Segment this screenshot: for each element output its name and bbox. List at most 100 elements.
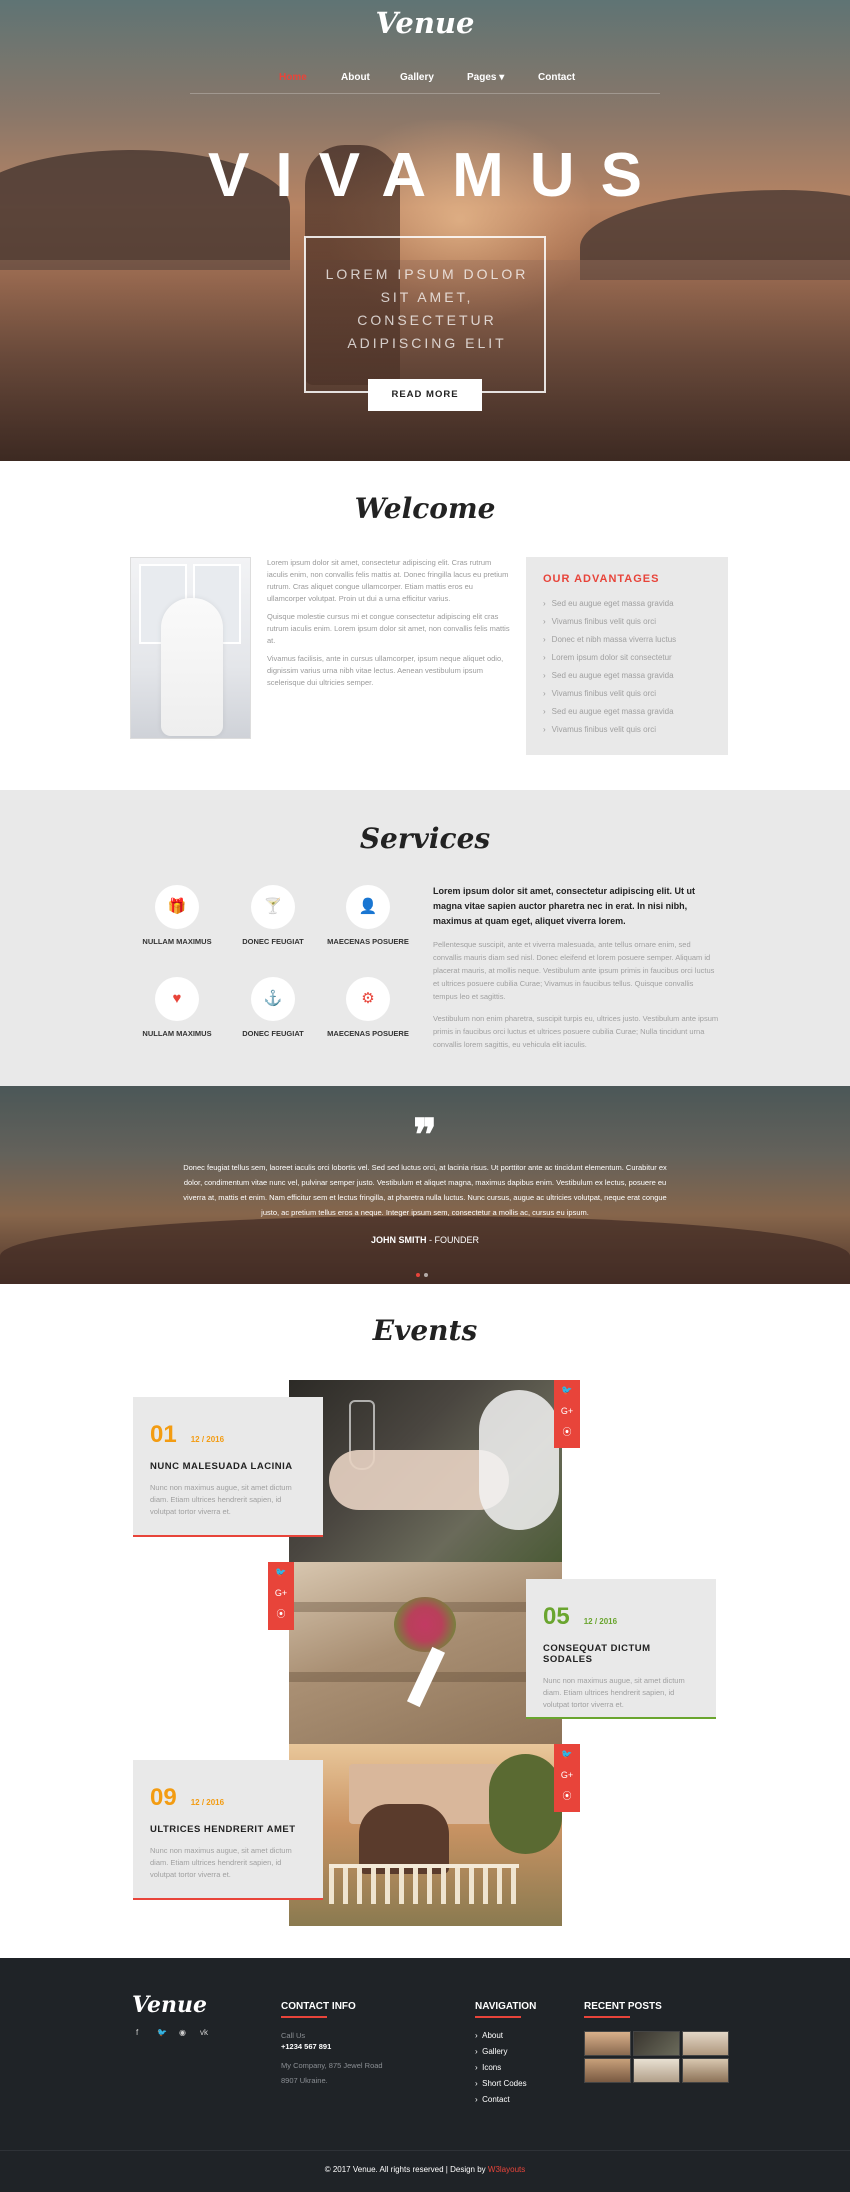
services-paragraph: Vestibulum non enim pharetra, suscipit t…: [433, 1014, 719, 1049]
pinterest-icon[interactable]: ⦿: [268, 1604, 294, 1625]
event-title: CONSEQUAT DICTUM SODALES: [543, 1643, 651, 1665]
welcome-text: Lorem ipsum dolor sit amet, consectetur …: [267, 557, 510, 695]
recent-post-thumb[interactable]: [682, 2058, 729, 2083]
hero-subtitle: LOREM IPSUM DOLOR SIT AMET, CONSECTETUR …: [325, 266, 529, 351]
nav-pages[interactable]: Pages ▾: [467, 72, 504, 83]
service-item[interactable]: 👤 MAECENAS POSUERE: [318, 885, 418, 946]
nav-contact[interactable]: Contact: [538, 72, 575, 83]
nav-about[interactable]: About: [341, 72, 370, 83]
nav-home[interactable]: Home: [279, 72, 307, 83]
copyright: © 2017 Venue. All rights reserved | Desi…: [324, 2165, 526, 2174]
event-image-bench: [289, 1744, 562, 1926]
advantages-title: OUR ADVANTAGES: [543, 573, 660, 585]
address-line: My Company, 875 Jewel Road: [281, 2061, 383, 2070]
event-title: ULTRICES HENDRERIT AMET: [150, 1824, 296, 1835]
vk-icon[interactable]: vk: [200, 2028, 208, 2037]
contact-info-title: CONTACT INFO: [281, 2001, 356, 2012]
event-text: Nunc non maximus augue, sit amet dictum …: [150, 1846, 292, 1879]
twitter-icon[interactable]: 🐦: [268, 1562, 294, 1583]
event-card[interactable]: 05 12 / 2016 CONSEQUAT DICTUM SODALES Nun…: [526, 1579, 716, 1719]
author-role: - FOUNDER: [426, 1235, 479, 1245]
phone-number[interactable]: +1234 567 891: [281, 2042, 331, 2051]
event-image-champagne: [289, 1380, 562, 1562]
author-name: JOHN SMITH: [370, 1235, 427, 1245]
testimonial-author: JOHN SMITH - FOUNDER: [0, 1235, 850, 1245]
google-plus-icon[interactable]: G+: [554, 1401, 580, 1422]
recent-post-thumb[interactable]: [633, 2058, 680, 2083]
footer-nav-gallery[interactable]: › Gallery: [475, 2047, 507, 2056]
hero-text-box: LOREM IPSUM DOLOR SIT AMET, CONSECTETUR …: [304, 236, 546, 393]
twitter-icon[interactable]: 🐦: [157, 2028, 167, 2037]
carousel-dot[interactable]: [424, 1273, 428, 1277]
service-label: NULLAM MAXIMUS: [142, 937, 212, 946]
facebook-icon[interactable]: f: [136, 2028, 138, 2037]
chevron-right-icon: ›: [543, 671, 546, 680]
testimonial-text: Donec feugiat tellus sem, laoreet iaculi…: [183, 1163, 667, 1217]
footer-nav-about[interactable]: › About: [475, 2031, 503, 2040]
bench-shape: [329, 1864, 519, 1904]
pinterest-icon[interactable]: ⦿: [554, 1422, 580, 1443]
service-item[interactable]: ♥ NULLAM MAXIMUS: [127, 977, 227, 1038]
heading-underline: [281, 2016, 327, 2018]
event-card[interactable]: 09 12 / 2016 ULTRICES HENDRERIT AMET Nunc…: [133, 1760, 323, 1900]
services-title: Services: [359, 822, 491, 855]
event-date: 12 / 2016: [190, 1435, 225, 1444]
service-item[interactable]: 🍸 DONEC FEUGIAT: [223, 885, 323, 946]
services-lead: Lorem ipsum dolor sit amet, consectetur …: [433, 886, 696, 926]
chevron-right-icon: ›: [543, 725, 546, 734]
welcome-paragraph: Quisque molestie cursus mi et congue con…: [267, 612, 510, 645]
footer-nav-short-codes[interactable]: › Short Codes: [475, 2079, 527, 2088]
site-logo[interactable]: Venue: [0, 6, 850, 40]
event-image-bouquet: [289, 1562, 562, 1744]
welcome-title: Welcome: [354, 492, 496, 525]
twitter-icon[interactable]: 🐦: [554, 1380, 580, 1401]
cocktail-icon: 🍸: [263, 898, 283, 915]
designer-link[interactable]: W3layouts: [488, 2165, 525, 2174]
twitter-icon[interactable]: 🐦: [554, 1744, 580, 1765]
service-item[interactable]: 🎁 NULLAM MAXIMUS: [127, 885, 227, 946]
quote-icon: ❞: [413, 1110, 437, 1161]
recent-post-thumb[interactable]: [584, 2031, 631, 2056]
address-line: 8907 Ukraine.: [281, 2076, 328, 2085]
anchor-icon: ⚓: [263, 990, 283, 1007]
footer-logo[interactable]: Venue: [132, 1992, 207, 2018]
service-label: NULLAM MAXIMUS: [142, 1029, 212, 1038]
footer-nav-contact[interactable]: › Contact: [475, 2095, 510, 2104]
navigation-title: NAVIGATION: [475, 2001, 537, 2012]
heading-underline: [584, 2016, 630, 2018]
carousel-dot-active[interactable]: [416, 1273, 420, 1277]
chevron-right-icon: ›: [543, 653, 546, 662]
hero-title: VIVAMUS: [208, 141, 668, 210]
recent-post-thumb[interactable]: [682, 2031, 729, 2056]
footer-divider: [0, 2150, 850, 2151]
chevron-right-icon: ›: [543, 617, 546, 626]
nav-divider: [190, 93, 660, 94]
gear-icon: ⚙: [361, 990, 375, 1007]
chevron-right-icon: ›: [543, 599, 546, 608]
footer-nav-icons[interactable]: › Icons: [475, 2063, 501, 2072]
rss-icon[interactable]: ◉: [179, 2028, 186, 2037]
read-more-button[interactable]: READ MORE: [368, 379, 482, 411]
event-card[interactable]: 01 12 / 2016 NUNC MALESUADA LACINIA Nunc …: [133, 1397, 323, 1537]
google-plus-icon[interactable]: G+: [268, 1583, 294, 1604]
bride-dress: [161, 598, 223, 736]
event-social-strip: 🐦 G+ ⦿: [554, 1744, 580, 1812]
service-item[interactable]: ⚓ DONEC FEUGIAT: [223, 977, 323, 1038]
nav-gallery[interactable]: Gallery: [400, 72, 434, 83]
services-paragraph: Pellentesque suscipit, ante et viverra m…: [433, 940, 715, 1001]
heart-icon: ♥: [172, 990, 182, 1007]
google-plus-icon[interactable]: G+: [554, 1765, 580, 1786]
service-label: DONEC FEUGIAT: [242, 1029, 304, 1038]
recent-posts-title: RECENT POSTS: [584, 2001, 662, 2012]
event-text: Nunc non maximus augue, sit amet dictum …: [543, 1676, 685, 1709]
pinterest-icon[interactable]: ⦿: [554, 1786, 580, 1807]
event-social-strip: 🐦 G+ ⦿: [268, 1562, 294, 1630]
chevron-right-icon: ›: [543, 689, 546, 698]
recent-post-thumb[interactable]: [584, 2058, 631, 2083]
recent-post-thumb[interactable]: [633, 2031, 680, 2056]
heading-underline: [475, 2016, 521, 2018]
service-item[interactable]: ⚙ MAECENAS POSUERE: [318, 977, 418, 1038]
call-label: Call Us: [281, 2031, 306, 2040]
event-social-strip: 🐦 G+ ⦿: [554, 1380, 580, 1448]
welcome-paragraph: Lorem ipsum dolor sit amet, consectetur …: [267, 558, 509, 603]
